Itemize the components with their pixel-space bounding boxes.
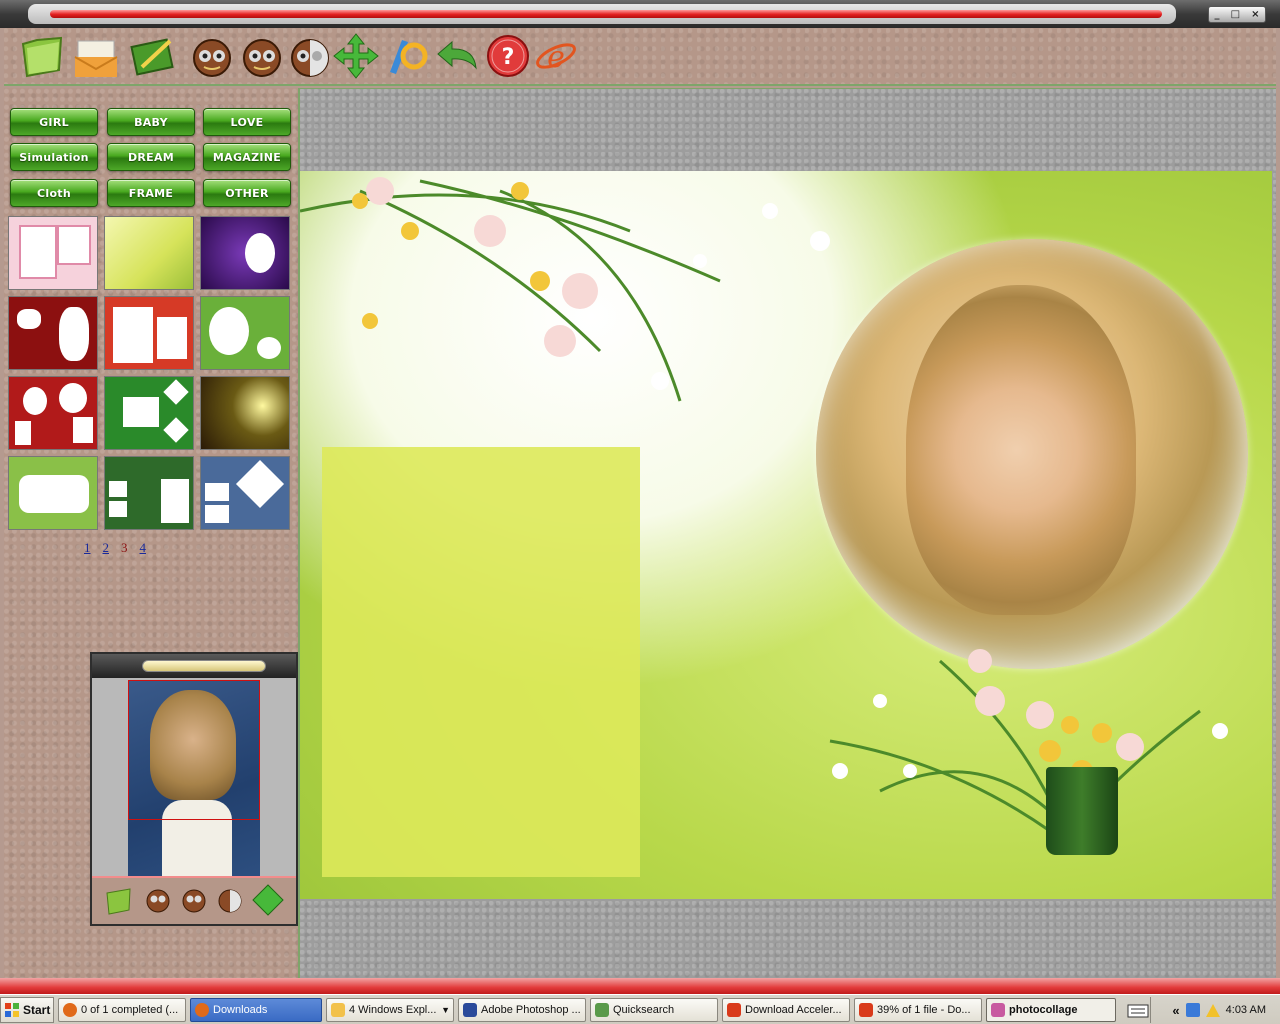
page-link-4[interactable]: 4 [140, 540, 147, 556]
firefox-icon [195, 1003, 209, 1017]
template-thumbnail[interactable] [200, 456, 290, 530]
taskbar-item-label: photocollage [1009, 1004, 1078, 1016]
template-thumbnail[interactable] [8, 216, 98, 290]
photoshop-icon [463, 1003, 477, 1017]
category-frame-button[interactable]: FRAME [107, 179, 195, 207]
taskbar-item-download-progress[interactable]: 39% of 1 file - Do... [854, 998, 982, 1022]
template-thumbnail[interactable] [200, 216, 290, 290]
help-icon[interactable]: ? [484, 32, 532, 80]
window-bottom-border [0, 978, 1280, 994]
taskbar-item-label: Download Acceler... [745, 1004, 842, 1016]
move-arrows-icon[interactable] [252, 884, 284, 920]
taskbar-item-download-accelerator[interactable]: Download Acceler... [722, 998, 850, 1022]
tray-expand-icon[interactable]: « [1172, 1003, 1179, 1018]
template-thumbnail[interactable] [104, 216, 194, 290]
template-thumbnail[interactable] [200, 376, 290, 450]
taskbar-item-label: 4 Windows Expl... [349, 1004, 437, 1016]
template-thumbnail[interactable] [8, 376, 98, 450]
page-link-1[interactable]: 1 [84, 540, 91, 556]
keyboard-icon[interactable] [1126, 999, 1150, 1021]
template-thumbnail[interactable] [104, 296, 194, 370]
template-thumbnail[interactable] [104, 376, 194, 450]
portrait-bubble[interactable] [816, 239, 1248, 669]
source-panel-toolbar [92, 876, 296, 924]
mask-icon-2[interactable] [238, 32, 286, 80]
minimize-button[interactable]: _ [1215, 9, 1220, 20]
canvas-area [300, 88, 1276, 978]
window-title-bar[interactable]: _ □ × [0, 0, 1280, 28]
move-arrows-icon[interactable] [332, 32, 380, 80]
undo-icon[interactable] [434, 32, 482, 80]
template-thumbnail[interactable] [104, 456, 194, 530]
source-panel-header[interactable] [92, 654, 296, 678]
category-dream-button[interactable]: DREAM [107, 143, 195, 171]
taskbar-item-label: 0 of 1 completed (... [81, 1004, 179, 1016]
folder-icon [331, 1003, 345, 1017]
mask-icon-2[interactable] [180, 886, 208, 918]
close-button[interactable]: × [1251, 9, 1259, 20]
template-thumbnail[interactable] [8, 296, 98, 370]
search-icon [595, 1003, 609, 1017]
taskbar-item-photoshop[interactable]: Adobe Photoshop ... [458, 998, 586, 1022]
category-baby-button[interactable]: BABY [107, 108, 195, 136]
category-cloth-button[interactable]: Cloth [10, 179, 98, 207]
taskbar-item-quicksearch[interactable]: Quicksearch [590, 998, 718, 1022]
category-love-button[interactable]: LOVE [203, 108, 291, 136]
category-simulation-button[interactable]: Simulation [10, 143, 98, 171]
open-folder-icon[interactable] [18, 32, 66, 80]
mask-icon-3[interactable] [216, 886, 244, 918]
chevron-down-icon: ▼ [441, 1005, 450, 1015]
start-button[interactable]: Start [0, 997, 54, 1023]
template-thumbnail[interactable] [200, 296, 290, 370]
category-other-button[interactable]: OTHER [203, 179, 291, 207]
start-label: Start [23, 1003, 51, 1017]
mask-icon-1[interactable] [188, 32, 236, 80]
internet-explorer-icon[interactable]: e [532, 32, 580, 80]
svg-text:e: e [547, 40, 565, 75]
taskbar-item-label: Quicksearch [613, 1004, 675, 1016]
collage-canvas[interactable] [300, 171, 1272, 899]
taskbar-item-photocollage[interactable]: photocollage [986, 998, 1116, 1022]
taskbar-item-windows-explorer[interactable]: 4 Windows Expl... ▼ [326, 998, 454, 1022]
windows-logo-icon [5, 1003, 19, 1017]
taskbar-item-label: 39% of 1 file - Do... [877, 1004, 971, 1016]
svg-text:?: ? [502, 45, 515, 70]
page-current-3: 3 [121, 540, 128, 555]
rotate-icon[interactable] [382, 32, 430, 80]
taskbar: Start 0 of 1 completed (... Downloads 4 … [0, 994, 1280, 1024]
flower-pot [1046, 767, 1118, 855]
edit-photo-icon[interactable] [130, 32, 178, 80]
main-toolbar: ? e [4, 28, 1276, 86]
category-girl-button[interactable]: GIRL [10, 108, 98, 136]
network-icon[interactable] [1185, 1003, 1200, 1017]
photo-placeholder-area[interactable] [322, 447, 640, 877]
download-accelerator-icon [727, 1003, 741, 1017]
template-pager: 1 2 3 4 [84, 540, 146, 556]
template-thumbnail[interactable] [8, 456, 98, 530]
window-controls: _ □ × [1208, 6, 1266, 23]
taskbar-item-downloads[interactable]: Downloads [190, 998, 322, 1022]
mail-icon[interactable] [72, 32, 120, 80]
open-folder-icon[interactable] [104, 886, 134, 920]
taskbar-item-firefox-downloads-progress[interactable]: 0 of 1 completed (... [58, 998, 186, 1022]
firefox-icon [63, 1003, 77, 1017]
warning-icon[interactable] [1205, 1003, 1220, 1017]
download-accelerator-icon [859, 1003, 873, 1017]
crop-selection[interactable] [128, 680, 260, 820]
page-link-2[interactable]: 2 [103, 540, 110, 556]
category-magazine-button[interactable]: MAGAZINE [203, 143, 291, 171]
photocollage-icon [991, 1003, 1005, 1017]
flower-bouquet [829, 649, 1228, 833]
mask-icon-3[interactable] [286, 32, 334, 80]
mask-icon-1[interactable] [144, 886, 172, 918]
taskbar-item-label: Downloads [213, 1004, 268, 1016]
maximize-button[interactable]: □ [1231, 9, 1240, 20]
taskbar-item-label: Adobe Photoshop ... [481, 1004, 581, 1016]
clock[interactable]: 4:03 AM [1226, 1004, 1266, 1016]
title-bar-decoration [28, 4, 1176, 24]
system-tray: « 4:03 AM [1150, 997, 1280, 1023]
flower-branches-top [300, 177, 830, 402]
source-photo-panel [90, 652, 298, 926]
